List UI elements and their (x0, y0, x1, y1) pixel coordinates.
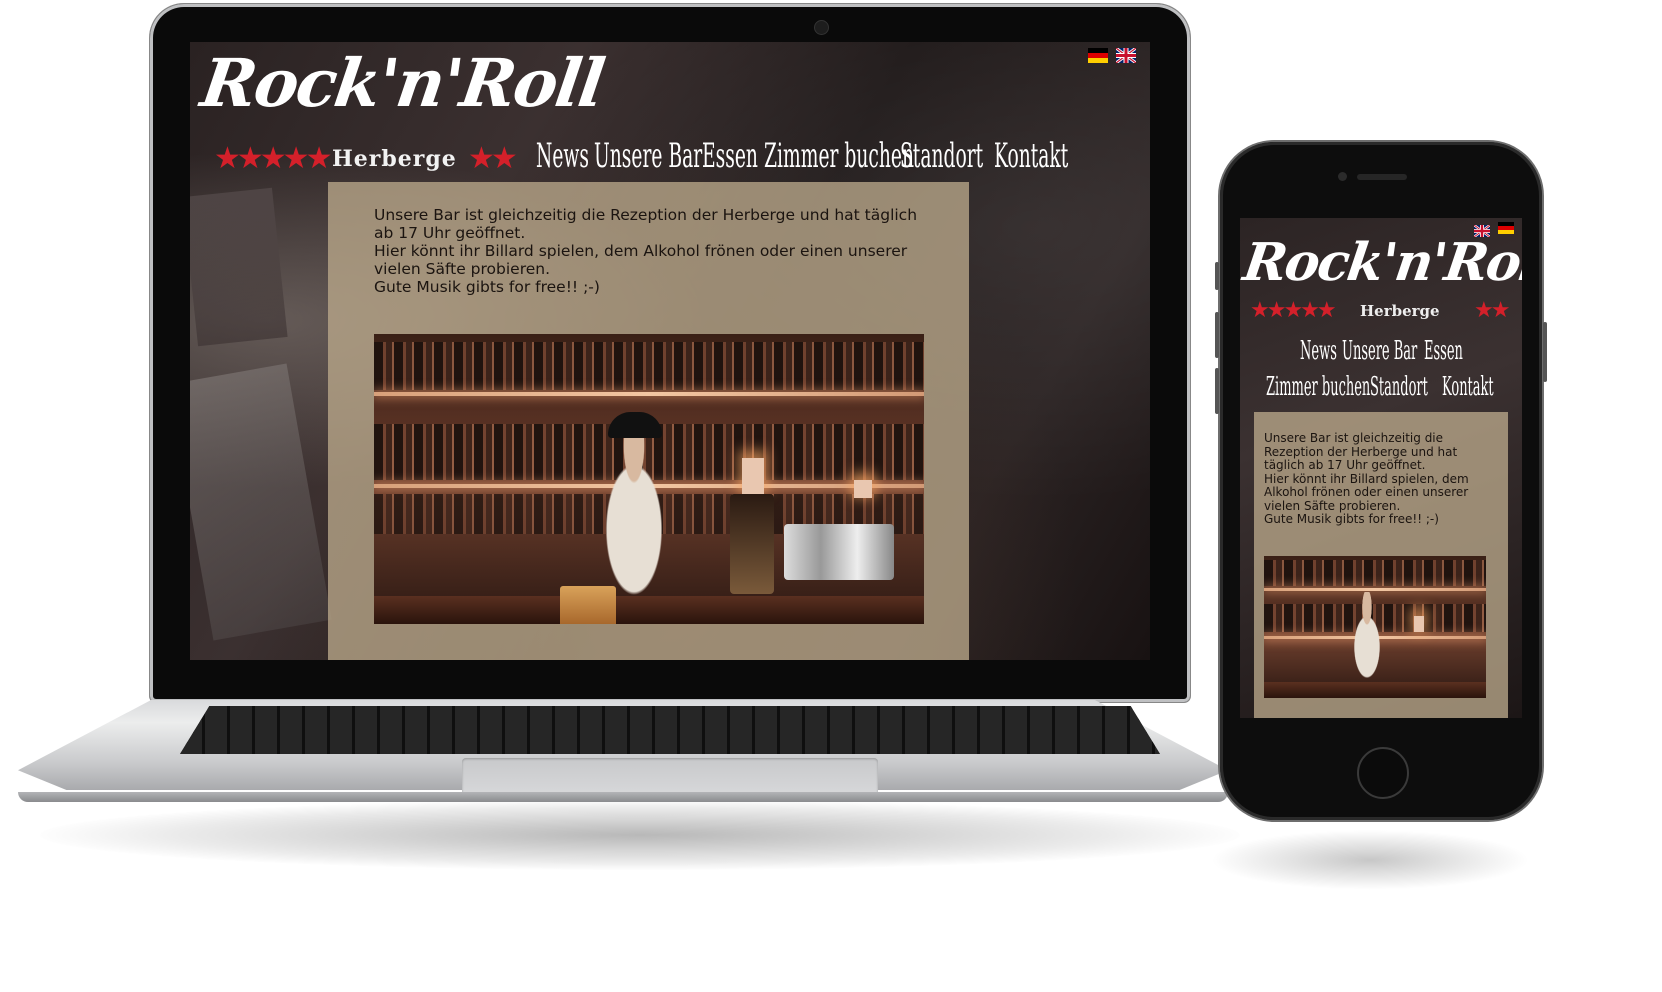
phone-shadow (1210, 830, 1530, 890)
content-line: Unsere Bar ist gleichzeitig die Rezeptio… (1264, 431, 1458, 472)
laptop-shadow (40, 800, 1240, 870)
content-line: Gute Musik gibts for free!! ;-) (1264, 512, 1439, 526)
laptop-screen: Rock'n'Roll ★★★★★ Herberge ★★ News Unser… (190, 42, 1150, 660)
content-line: Unsere Bar ist gleichzeitig die Rezeptio… (374, 206, 918, 242)
phone-screen: Rock'n'Roll ★★★★★ Herberge ★★ News Unser… (1240, 218, 1522, 718)
logo-stars-right: ★★ (468, 141, 518, 176)
phone-volume-up (1215, 312, 1219, 358)
logo-title: Rock'n'Roll (1240, 232, 1522, 293)
phone-home-button[interactable] (1357, 747, 1409, 799)
phone-speaker (1357, 174, 1407, 180)
nav-item-standort[interactable]: Standort (900, 134, 983, 178)
content-line: Gute Musik gibts for free!! ;-) (374, 278, 600, 296)
background-poster (190, 187, 288, 347)
content-text: Unsere Bar ist gleichzeitig die Rezeptio… (374, 206, 924, 296)
site-logo[interactable]: Rock'n'Roll ★★★★★ Herberge ★★ (1240, 232, 1522, 323)
phone-camera (1338, 172, 1347, 181)
logo-stars-left: ★★★★★ (214, 141, 333, 176)
nav-item-standort[interactable]: Standort (1370, 372, 1428, 402)
content-text: Unsere Bar ist gleichzeitig die Rezeptio… (1264, 431, 1500, 527)
uk-flag-icon[interactable] (1116, 48, 1136, 63)
phone-frame: Rock'n'Roll ★★★★★ Herberge ★★ News Unser… (1215, 142, 1547, 820)
nav-item-kontakt[interactable]: Kontakt (994, 134, 1068, 178)
laptop-keyboard (180, 706, 1160, 754)
nav-item-zimmer-buchen[interactable]: Zimmer buchen (764, 134, 914, 178)
nav-item-zimmer-buchen[interactable]: Zimmer buchen (1266, 372, 1370, 402)
language-switcher (1088, 48, 1136, 63)
logo-subtitle: Herberge (332, 146, 457, 172)
nav-item-unsere-bar[interactable]: Unsere Bar (1342, 336, 1417, 366)
content-line: Hier könnt ihr Billard spielen, dem Alko… (1264, 471, 1469, 513)
nav-item-news[interactable]: News (536, 134, 589, 178)
laptop-camera (814, 20, 829, 35)
nav-item-essen[interactable]: Essen (1424, 336, 1463, 366)
site-logo[interactable]: Rock'n'Roll ★★★★★ Herberge ★★ (197, 44, 608, 176)
content-line: Hier könnt ihr Billard spielen, dem Alko… (374, 242, 908, 278)
nav-item-news[interactable]: News (1300, 336, 1337, 366)
logo-title: Rock'n'Roll (196, 44, 608, 122)
content-panel: Unsere Bar ist gleichzeitig die Rezeptio… (1254, 412, 1508, 718)
phone-mute-button (1215, 262, 1219, 290)
germany-flag-icon[interactable] (1088, 48, 1108, 63)
logo-subtitle: Herberge (1360, 302, 1440, 320)
bar-photo (1264, 556, 1486, 698)
nav-item-kontakt[interactable]: Kontakt (1442, 372, 1494, 402)
nav-item-essen[interactable]: Essen (702, 134, 758, 178)
bar-photo (374, 334, 924, 624)
phone-power-button (1543, 322, 1547, 382)
nav-item-unsere-bar[interactable]: Unsere Bar (594, 134, 702, 178)
phone-volume-down (1215, 368, 1219, 414)
laptop-base-lip (18, 792, 1228, 802)
content-panel: Unsere Bar ist gleichzeitig die Rezeptio… (328, 182, 969, 660)
main-nav: News Unsere Bar Essen Zimmer buchen Stan… (536, 134, 1136, 178)
logo-stars-right: ★★ (1474, 298, 1510, 323)
logo-stars-left: ★★★★★ (1250, 298, 1337, 323)
